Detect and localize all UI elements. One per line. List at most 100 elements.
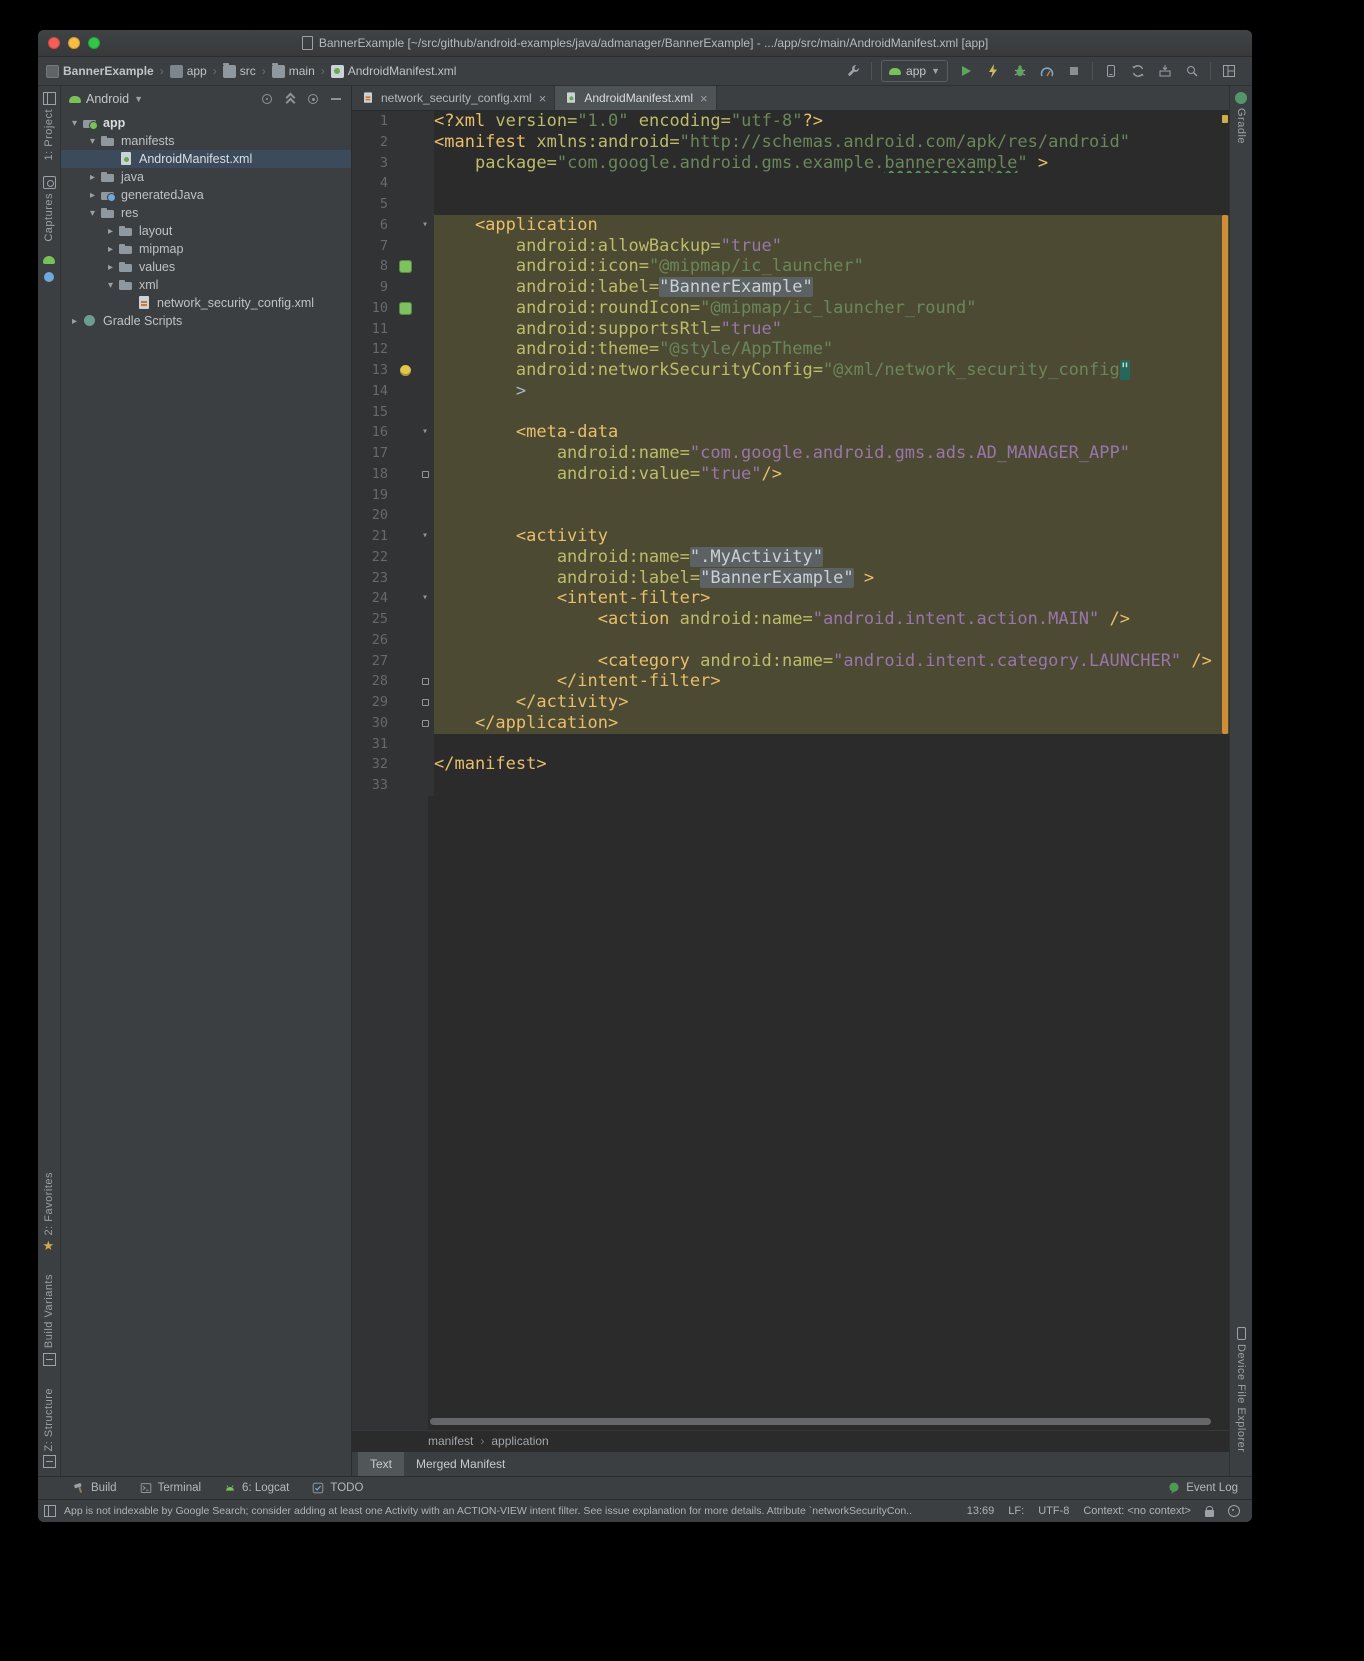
fold-end-marker-icon[interactable] — [416, 692, 434, 713]
gear-icon[interactable] — [306, 92, 320, 106]
breadcrumb-application[interactable]: application — [491, 1434, 548, 1448]
toolwindow-button-structure[interactable]: Z: Structure — [43, 1388, 56, 1468]
toolwindow-button-build-variants[interactable]: Build Variants — [43, 1274, 56, 1365]
toolwindow-button-favorites[interactable]: 2: Favorites ★ — [43, 1172, 56, 1252]
chevron-down-icon[interactable]: ▼ — [134, 94, 143, 104]
code-line-19[interactable]: 19 — [352, 485, 1229, 506]
tree-item-generatedjava[interactable]: ▸generatedJava — [61, 186, 351, 204]
toolwindow-button-gradle[interactable]: Gradle — [1235, 92, 1247, 144]
tab-text[interactable]: Text — [358, 1452, 404, 1476]
profiler-button[interactable] — [1038, 62, 1056, 80]
resource-toolwindow-icon[interactable] — [44, 272, 54, 282]
tab-androidmanifest[interactable]: AndroidManifest.xml × — [555, 86, 716, 110]
code-line-7[interactable]: 7 android:allowBackup="true" — [352, 236, 1229, 257]
tree-item-network-security-config-xml[interactable]: network_security_config.xml — [61, 294, 351, 312]
caret-position[interactable]: 13:69 — [967, 1505, 995, 1517]
code-line-12[interactable]: 12 android:theme="@style/AppTheme" — [352, 339, 1229, 360]
toolwindow-button-todo[interactable]: TODO — [311, 1481, 363, 1495]
fold-marker-icon[interactable]: ▾ — [416, 526, 434, 547]
code-line-18[interactable]: 18 android:value="true"/> — [352, 464, 1229, 485]
fold-marker-icon[interactable]: ▾ — [416, 215, 434, 236]
toolwindow-button-terminal[interactable]: Terminal — [139, 1481, 201, 1495]
breadcrumb-app[interactable]: app — [170, 64, 207, 78]
wrench-icon[interactable] — [844, 62, 862, 80]
toolwindow-button-device-file-explorer[interactable]: Device File Explorer — [1235, 1327, 1247, 1452]
sdk-manager-icon[interactable] — [1156, 62, 1174, 80]
fold-end-marker-icon[interactable] — [416, 713, 434, 734]
toolwindow-grid-icon[interactable] — [1220, 62, 1238, 80]
fold-end-marker-icon[interactable] — [416, 464, 434, 485]
toolwindow-button-logcat[interactable]: 6: Logcat — [223, 1481, 289, 1495]
chevron-right-icon[interactable]: ▸ — [85, 190, 100, 201]
tab-merged-manifest[interactable]: Merged Manifest — [404, 1452, 517, 1476]
android-toolwindow-icon[interactable] — [43, 256, 55, 264]
code-line-20[interactable]: 20 — [352, 505, 1229, 526]
apply-changes-icon[interactable] — [984, 62, 1002, 80]
code-line-14[interactable]: 14 > — [352, 381, 1229, 402]
toolwindow-button-project[interactable]: 1: Project — [43, 92, 56, 160]
code-line-5[interactable]: 5 — [352, 194, 1229, 215]
search-icon[interactable] — [1183, 62, 1201, 80]
tab-network-security-config[interactable]: network_security_config.xml × — [352, 86, 555, 110]
close-window-button[interactable] — [48, 37, 60, 49]
fold-marker-icon[interactable]: ▾ — [416, 588, 434, 609]
breadcrumb-src[interactable]: src — [223, 64, 256, 78]
code-line-10[interactable]: 10 android:roundIcon="@mipmap/ic_launche… — [352, 298, 1229, 319]
tree-item-manifests[interactable]: ▾manifests — [61, 132, 351, 150]
chevron-right-icon[interactable]: ▸ — [85, 172, 100, 183]
horizontal-scrollbar[interactable] — [430, 1418, 1211, 1425]
event-log-button[interactable]: Event Log — [1167, 1481, 1238, 1495]
chevron-right-icon[interactable]: ▸ — [67, 316, 82, 327]
code-line-32[interactable]: 32</manifest> — [352, 754, 1229, 775]
code-line-25[interactable]: 25 <action android:name="android.intent.… — [352, 609, 1229, 630]
code-line-30[interactable]: 30 </application> — [352, 713, 1229, 734]
tree-item-mipmap[interactable]: ▸mipmap — [61, 240, 351, 258]
breadcrumb-project[interactable]: BannerExample — [46, 64, 154, 78]
chevron-down-icon[interactable]: ▾ — [103, 280, 118, 291]
code-line-15[interactable]: 15 — [352, 402, 1229, 423]
warning-stripe-mark[interactable] — [1222, 115, 1228, 123]
line-separator[interactable]: LF: — [1008, 1505, 1024, 1517]
fold-end-marker-icon[interactable] — [416, 671, 434, 692]
zoom-window-button[interactable] — [88, 37, 100, 49]
run-button[interactable] — [957, 62, 975, 80]
code-line-22[interactable]: 22 android:name=".MyActivity" — [352, 547, 1229, 568]
run-configuration-select[interactable]: app ▼ — [881, 60, 948, 82]
code-line-23[interactable]: 23 android:label="BannerExample" > — [352, 568, 1229, 589]
tree-item-values[interactable]: ▸values — [61, 258, 351, 276]
tree-item-androidmanifest-xml[interactable]: AndroidManifest.xml — [61, 150, 351, 168]
tree-item-res[interactable]: ▾res — [61, 204, 351, 222]
code-line-28[interactable]: 28 </intent-filter> — [352, 671, 1229, 692]
toolwindow-switcher-icon[interactable] — [44, 1505, 56, 1517]
code-line-11[interactable]: 11 android:supportsRtl="true" — [352, 319, 1229, 340]
code-line-26[interactable]: 26 — [352, 630, 1229, 651]
file-encoding[interactable]: UTF-8 — [1038, 1505, 1069, 1517]
code-line-24[interactable]: 24▾ <intent-filter> — [352, 588, 1229, 609]
scroll-from-source-icon[interactable] — [260, 92, 274, 106]
code-line-6[interactable]: 6▾ <application — [352, 215, 1229, 236]
code-line-8[interactable]: 8 android:icon="@mipmap/ic_launcher" — [352, 256, 1229, 277]
code-line-29[interactable]: 29 </activity> — [352, 692, 1229, 713]
code-line-17[interactable]: 17 android:name="com.google.android.gms.… — [352, 443, 1229, 464]
hide-panel-icon[interactable] — [329, 92, 343, 106]
code-editor[interactable]: 1<?xml version="1.0" encoding="utf-8"?>2… — [352, 111, 1229, 1430]
error-stripe[interactable] — [1220, 111, 1229, 1430]
tree-item-xml[interactable]: ▾xml — [61, 276, 351, 294]
code-line-31[interactable]: 31 — [352, 734, 1229, 755]
code-line-21[interactable]: 21▾ <activity — [352, 526, 1229, 547]
device-manager-icon[interactable] — [1102, 62, 1120, 80]
code-line-3[interactable]: 3 package="com.google.android.gms.exampl… — [352, 153, 1229, 174]
close-icon[interactable]: × — [700, 91, 708, 106]
toolwindow-button-captures[interactable]: Captures — [43, 176, 56, 242]
debug-button[interactable] — [1011, 62, 1029, 80]
code-line-1[interactable]: 1<?xml version="1.0" encoding="utf-8"?> — [352, 111, 1229, 132]
lock-icon[interactable] — [1205, 1510, 1214, 1517]
launcher-icon-preview[interactable] — [399, 302, 412, 315]
toolwindow-button-build[interactable]: Build — [72, 1481, 117, 1495]
code-line-2[interactable]: 2<manifest xmlns:android="http://schemas… — [352, 132, 1229, 153]
close-icon[interactable]: × — [539, 91, 547, 106]
code-line-33[interactable]: 33 — [352, 775, 1229, 796]
breadcrumb-main[interactable]: main — [272, 64, 315, 78]
tree-item-java[interactable]: ▸java — [61, 168, 351, 186]
chevron-right-icon[interactable]: ▸ — [103, 226, 118, 237]
